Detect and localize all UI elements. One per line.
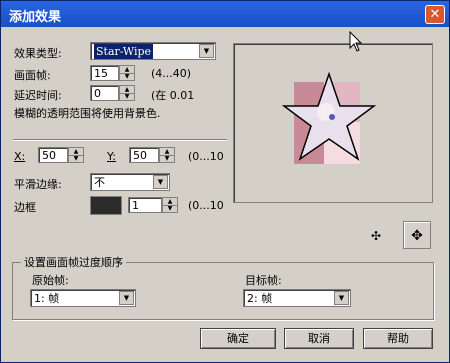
y-label: Y: [107,150,116,163]
source-frame-label: 原始帧: [32,274,69,287]
smooth-edge-label: 平滑边缘: [14,178,62,191]
chevron-down-icon[interactable]: ▼ [334,291,349,305]
frames-stepper[interactable]: ▲ ▼ [119,65,135,81]
border-range: (0...10 [188,199,224,212]
target-frame-value: 2: 帧 [247,292,273,305]
mouse-cursor-icon [349,31,363,52]
frames-range: (4...40) [151,67,192,80]
frames-input[interactable]: 15 [90,65,119,81]
chevron-down-icon[interactable]: ▼ [119,291,134,305]
x-label: X: [14,150,26,163]
smooth-edge-value: 不 [94,176,105,189]
x-input[interactable]: 50 [38,147,68,163]
window-title: 添加效果 [9,10,62,25]
border-stepper[interactable]: ▲ ▼ [162,197,178,213]
delay-stepper[interactable]: ▲ ▼ [119,85,135,101]
frames-label: 画面帧: [14,69,51,82]
effect-preview [233,43,433,203]
target-frame-select[interactable]: 2: 帧 ▼ [243,289,351,307]
close-icon: ✕ [429,7,441,22]
chevron-down-icon[interactable]: ▼ [153,175,168,189]
cancel-button[interactable]: 取消 [284,328,354,349]
frame-order-legend: 设置画面帧过度顺序 [21,254,126,270]
move-arrows-icon[interactable]: ✥ [403,221,431,249]
y-input[interactable]: 50 [129,147,159,163]
xy-range: (0...10 [188,150,224,163]
source-frame-value: 1: 帧 [34,292,60,305]
delay-range: (在 0.01 [151,89,195,102]
effect-type-value: Star-Wipe [94,44,154,59]
dialog-window: 添加效果 ✕ 效果类型: Star-Wipe ▼ 画面帧: 15 ▲ ▼ (4..… [0,0,450,363]
smooth-edge-select[interactable]: 不 ▼ [90,173,170,191]
transparency-note: 模糊的透明范围将使用背景色. [14,107,161,120]
move-center-icon[interactable]: ✣ [367,227,385,245]
source-frame-select[interactable]: 1: 帧 ▼ [30,289,136,307]
delay-input[interactable]: 0 [90,85,119,101]
separator [13,139,227,141]
target-frame-label: 目标帧: [245,274,282,287]
x-stepper[interactable]: ▲ ▼ [68,147,84,163]
title-bar[interactable]: 添加效果 ✕ [1,1,449,27]
border-label: 边框 [14,201,36,214]
effect-type-select[interactable]: Star-Wipe ▼ [90,42,216,60]
close-button[interactable]: ✕ [425,5,445,24]
help-button[interactable]: 帮助 [363,328,433,349]
border-input[interactable]: 1 [128,197,162,213]
chevron-down-icon[interactable]: ▼ [199,44,214,58]
preview-image [281,71,377,164]
delay-label: 延迟时间: [14,89,62,102]
effect-type-label: 效果类型: [14,47,62,60]
y-stepper[interactable]: ▲ ▼ [159,147,175,163]
ok-button[interactable]: 确定 [200,328,276,349]
border-color-swatch[interactable] [90,196,122,215]
